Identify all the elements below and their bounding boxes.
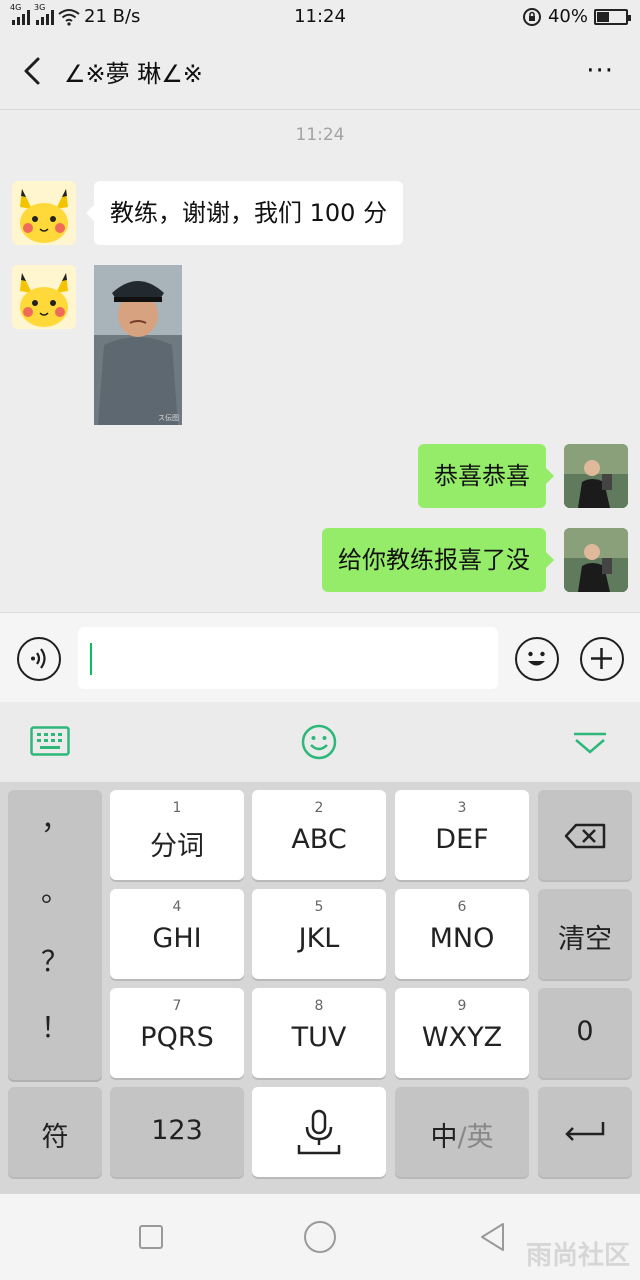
- contact-avatar[interactable]: [12, 181, 76, 245]
- outgoing-message-bubble[interactable]: 恭喜恭喜: [418, 444, 554, 508]
- key-label: TUV: [291, 1022, 347, 1053]
- key-3[interactable]: 3 DEF: [395, 790, 529, 880]
- key-number: 7: [172, 998, 182, 1014]
- recents-icon[interactable]: [138, 1224, 164, 1250]
- incoming-message-bubble[interactable]: 教练，谢谢，我们 100 分: [85, 181, 404, 245]
- key-0[interactable]: 0: [538, 988, 632, 1078]
- key-6[interactable]: 6 MNO: [395, 889, 529, 979]
- enter-icon: [565, 1122, 605, 1141]
- key-number: 9: [457, 998, 467, 1014]
- user-photo-avatar-image: [564, 444, 628, 508]
- key-number: 8: [314, 998, 324, 1014]
- punct-key-comma[interactable]: ，: [8, 798, 102, 838]
- my-avatar[interactable]: [564, 444, 628, 508]
- key-label: PQRS: [140, 1022, 214, 1053]
- key-label: MNO: [429, 923, 495, 954]
- key-number: 6: [457, 899, 467, 915]
- clear-key[interactable]: 清空: [538, 889, 632, 979]
- pikachu-avatar-image: [12, 265, 76, 329]
- key-1[interactable]: 1 分词: [110, 790, 244, 880]
- system-nav-bar: 雨尚社区: [0, 1194, 640, 1280]
- symbol-key[interactable]: 符: [8, 1087, 102, 1177]
- lang-separator: /: [457, 1122, 467, 1153]
- rotation-lock-icon: [522, 7, 541, 26]
- chat-messages[interactable]: 11:24 教练，谢谢，我们 100 分 ス伝图 恭喜恭喜 给你教练报喜了没: [0, 111, 640, 613]
- backspace-key[interactable]: [538, 790, 632, 880]
- key-number: 5: [314, 899, 324, 915]
- battery-percent: 40%: [547, 6, 588, 27]
- incoming-image-message[interactable]: ス伝图: [94, 265, 182, 425]
- keyboard-switch-icon[interactable]: [30, 726, 70, 756]
- key-label: 分词: [150, 831, 204, 862]
- text-cursor: [90, 643, 92, 675]
- message-timestamp: 11:24: [295, 125, 345, 145]
- back-arrow-icon[interactable]: [16, 54, 50, 88]
- voice-icon: [31, 648, 46, 669]
- pikachu-avatar-image: [12, 181, 76, 245]
- ime-toolbar: [0, 702, 640, 782]
- chat-header: ∠※夢 琳∠※ ···: [0, 34, 640, 110]
- message-text-input[interactable]: [78, 627, 498, 689]
- lang-en-label: 英: [466, 1122, 494, 1153]
- contact-avatar[interactable]: [12, 265, 76, 329]
- key-7[interactable]: 7 PQRS: [110, 988, 244, 1078]
- key-label: 123: [151, 1115, 203, 1146]
- key-4[interactable]: 4 GHI: [110, 889, 244, 979]
- plus-icon: [591, 648, 612, 669]
- key-label: 符: [41, 1122, 69, 1153]
- language-switch-key[interactable]: 中/英: [395, 1087, 529, 1177]
- key-2[interactable]: 2 ABC: [252, 790, 386, 880]
- key-label: ABC: [291, 824, 347, 855]
- backspace-icon: [564, 823, 606, 849]
- message-input-bar: [0, 612, 640, 702]
- smiley-icon: [528, 651, 545, 666]
- key-number: 1: [172, 800, 182, 816]
- punctuation-column: ， 。 ？ ！: [8, 790, 102, 1080]
- voice-input-button[interactable]: [17, 637, 61, 681]
- my-avatar[interactable]: [564, 528, 628, 592]
- image-caption: ス伝图: [158, 413, 179, 422]
- meme-photo-image: ス伝图: [94, 265, 182, 425]
- key-9[interactable]: 9 WXYZ: [395, 988, 529, 1078]
- punct-key-exclamation[interactable]: ！: [8, 1006, 102, 1046]
- battery-icon: [594, 8, 631, 25]
- lang-zh-label: 中: [430, 1122, 458, 1153]
- chat-title: ∠※夢 琳∠※: [64, 60, 203, 88]
- key-number: 4: [172, 899, 182, 915]
- key-number: 3: [457, 800, 467, 816]
- key-label: DEF: [435, 824, 489, 855]
- microphone-icon: [297, 1109, 341, 1155]
- key-label: GHI: [152, 923, 202, 954]
- space-voice-key[interactable]: [252, 1087, 386, 1177]
- status-bar: 4G 3G 21 B/s 11:24 40%: [0, 0, 640, 34]
- back-nav-icon[interactable]: [478, 1221, 506, 1253]
- watermark-logo: 雨尚社区: [525, 1241, 630, 1271]
- key-8[interactable]: 8 TUV: [252, 988, 386, 1078]
- key-label: 清空: [558, 924, 612, 955]
- key-number: 2: [314, 800, 324, 816]
- emoji-panel-icon[interactable]: [301, 724, 337, 760]
- user-photo-avatar-image: [564, 528, 628, 592]
- punct-key-period[interactable]: 。: [8, 870, 102, 910]
- emoji-button[interactable]: [515, 637, 559, 681]
- enter-key[interactable]: [538, 1087, 632, 1177]
- key-label: 中/英: [395, 1115, 529, 1154]
- outgoing-message-bubble[interactable]: 给你教练报喜了没: [322, 528, 554, 592]
- collapse-keyboard-icon[interactable]: [572, 730, 608, 756]
- key-label: JKL: [298, 923, 340, 954]
- t9-keyboard: ， 。 ？ ！ 1 分词 2 ABC 3 DEF 4 GHI 5 JKL 6 M…: [0, 782, 640, 1194]
- numeric-key[interactable]: 123: [110, 1087, 244, 1177]
- key-label: WXYZ: [421, 1022, 503, 1053]
- key-5[interactable]: 5 JKL: [252, 889, 386, 979]
- key-label: 0: [576, 1016, 594, 1047]
- home-icon[interactable]: [302, 1219, 338, 1255]
- more-options-button[interactable]: ···: [586, 56, 614, 86]
- punct-key-question[interactable]: ？: [8, 940, 102, 980]
- more-features-button[interactable]: [580, 637, 624, 681]
